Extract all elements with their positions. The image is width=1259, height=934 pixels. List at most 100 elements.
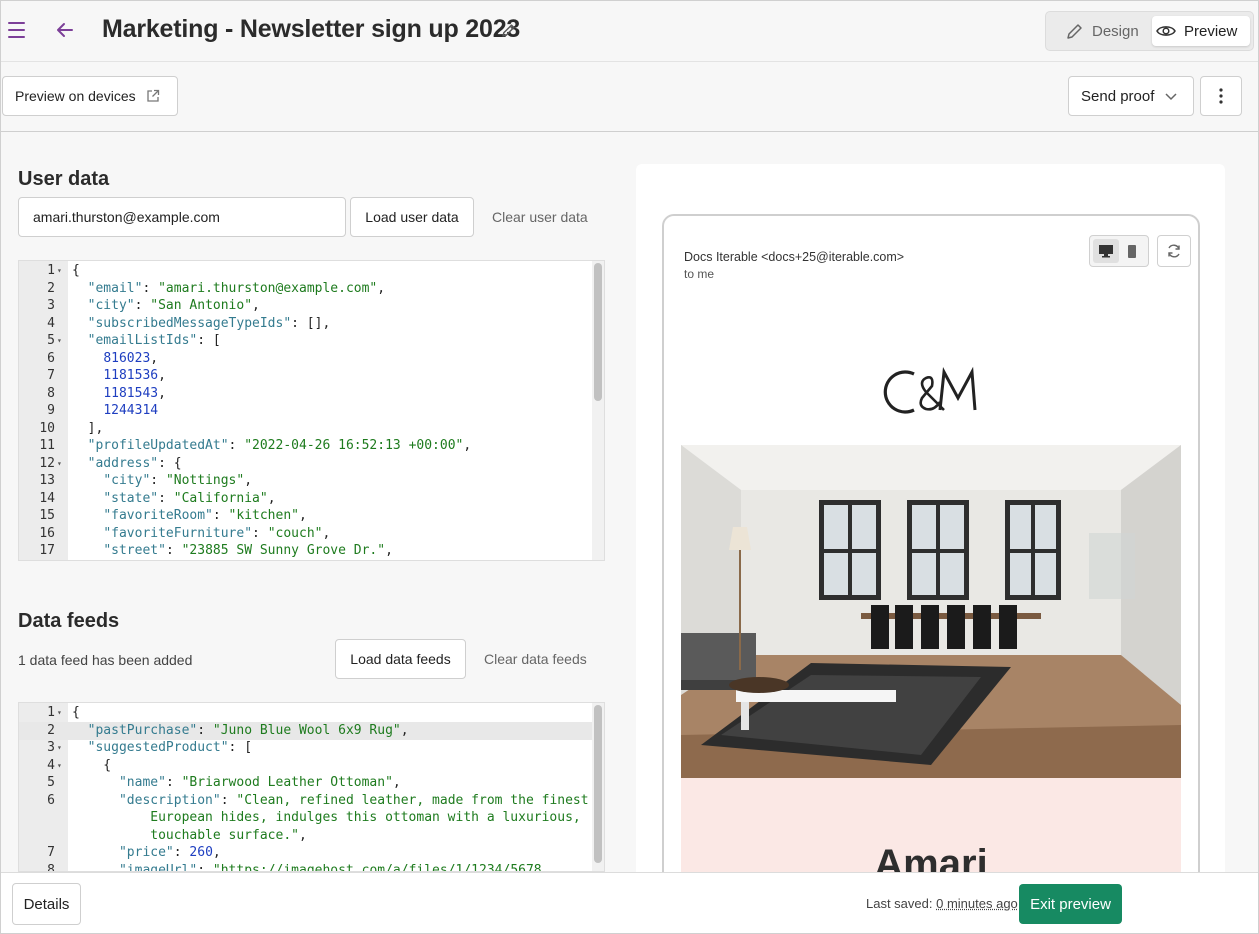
code-line[interactable]: 4 "subscribedMessageTypeIds": [], — [19, 315, 594, 333]
code-text: "emailListIds": [ — [87, 333, 221, 348]
load-data-feeds-button[interactable]: Load data feeds — [335, 639, 466, 679]
line-number: 4 — [47, 757, 55, 773]
data-feeds-scrollbar[interactable] — [592, 703, 604, 871]
code-text: 1181543, — [103, 385, 166, 401]
line-number: 12 — [39, 455, 55, 471]
last-saved-time: 0 minutes ago — [936, 896, 1018, 911]
page-title: Marketing - Newsletter sign up 2023 — [102, 15, 521, 43]
code-text: "address": { — [87, 455, 182, 471]
data-feeds-count: 1 data feed has been added — [18, 652, 193, 668]
data-feeds-json-editor[interactable]: 1 ▾{2 "pastPurchase": "Juno Blue Wool 6x9… — [18, 702, 605, 872]
user-email-input[interactable] — [18, 197, 346, 237]
fold-toggle-icon[interactable]: ▾ — [57, 757, 62, 775]
details-label: Details — [23, 895, 70, 913]
hamburger-menu-icon[interactable] — [8, 22, 25, 38]
code-line[interactable]: 3 ▾ "suggestedProduct": [ — [19, 739, 594, 757]
code-line[interactable]: 17 "street": "23885 SW Sunny Grove Dr.", — [19, 542, 594, 560]
code-line[interactable]: European hides, indulges this ottoman wi… — [19, 809, 594, 827]
code-line[interactable]: 10 ], — [19, 420, 594, 438]
preview-on-devices-button[interactable]: Preview on devices — [2, 76, 178, 116]
code-line[interactable]: 11 "profileUpdatedAt": "2022-04-26 16:52… — [19, 437, 594, 455]
code-line[interactable]: 2 "email": "amari.thurston@example.com", — [19, 280, 594, 298]
fold-toggle-icon[interactable]: ▾ — [57, 739, 62, 757]
code-line[interactable]: 4 ▾ { — [19, 757, 594, 775]
line-number: 8 — [47, 385, 55, 401]
vertical-ellipsis-icon — [1219, 88, 1223, 104]
data-feeds-scroll-thumb[interactable] — [594, 705, 602, 863]
load-user-data-label: Load user data — [365, 209, 459, 225]
mobile-view-button[interactable] — [1119, 239, 1145, 263]
code-line[interactable]: 13 "city": "Nottings", — [19, 472, 594, 490]
code-line[interactable]: 1 ▾ { — [19, 704, 594, 722]
user-data-title: User data — [18, 168, 110, 190]
code-text: "city": "San Antonio", — [87, 298, 260, 313]
code-line[interactable]: 8 "imageUrl": "https://imagehost.com/a/f… — [19, 862, 594, 872]
footer-bar: Details Last saved: 0 minutes ago Exit p… — [0, 872, 1259, 934]
load-user-data-button[interactable]: Load user data — [350, 197, 474, 237]
line-number: 5 — [47, 333, 55, 348]
exit-preview-button[interactable]: Exit preview — [1019, 884, 1122, 924]
more-options-button[interactable] — [1200, 76, 1242, 116]
preview-toolbar: Preview on devices Send proof — [0, 62, 1259, 132]
line-number: 1 — [47, 263, 55, 278]
fold-toggle-icon[interactable]: ▾ — [57, 704, 62, 722]
desktop-view-button[interactable] — [1093, 239, 1119, 263]
code-line[interactable]: 1 ▾ { — [19, 262, 594, 280]
user-data-scroll-thumb[interactable] — [594, 263, 602, 401]
code-text: { — [72, 263, 80, 278]
fold-toggle-icon[interactable]: ▾ — [57, 455, 62, 473]
mobile-icon — [1128, 244, 1136, 258]
user-data-scrollbar[interactable] — [592, 261, 604, 560]
code-line[interactable]: 2 "pastPurchase": "Juno Blue Wool 6x9 Ru… — [19, 721, 594, 740]
code-line[interactable]: 9 1244314 — [19, 402, 594, 420]
line-number: 5 — [47, 775, 55, 790]
code-text: "imageUrl": "https://imagehost.com/a/fil… — [118, 862, 542, 872]
email-preview-frame: Docs Iterable <docs+25@iterable.com> to … — [662, 214, 1200, 894]
code-line[interactable]: 3 "city": "San Antonio", — [19, 297, 594, 315]
code-line[interactable]: 6 "description": "Clean, refined leather… — [19, 792, 594, 810]
details-button[interactable]: Details — [12, 883, 81, 925]
code-text: 1181536, — [103, 368, 166, 383]
clear-data-feeds-button[interactable]: Clear data feeds — [484, 651, 587, 667]
line-number: 1 — [47, 705, 55, 720]
code-line[interactable]: 16 "favoriteFurniture": "couch", — [19, 525, 594, 543]
email-sender: Docs Iterable <docs+25@iterable.com> — [684, 250, 905, 264]
refresh-preview-button[interactable] — [1157, 235, 1191, 267]
code-text: 816023, — [103, 350, 159, 366]
edit-pencil-icon[interactable] — [500, 22, 517, 39]
code-text: touchable surface.", — [72, 827, 307, 843]
external-link-icon — [146, 89, 159, 102]
code-line[interactable]: touchable surface.", — [19, 827, 594, 845]
line-number: 13 — [39, 473, 55, 488]
code-line[interactable]: 15 "favoriteRoom": "kitchen", — [19, 507, 594, 525]
send-proof-dropdown[interactable]: Send proof — [1068, 76, 1194, 116]
line-number: 7 — [47, 368, 55, 383]
code-line[interactable]: 6 816023, — [19, 350, 594, 368]
fold-toggle-icon[interactable]: ▾ — [57, 332, 62, 350]
line-number: 11 — [39, 438, 55, 453]
line-number: 6 — [47, 792, 55, 808]
code-text: "pastPurchase": "Juno Blue Wool 6x9 Rug"… — [87, 722, 409, 738]
code-line[interactable]: 14 "state": "California", — [19, 490, 594, 508]
back-arrow-icon[interactable] — [54, 18, 76, 42]
line-number: 14 — [39, 490, 55, 506]
code-line[interactable]: 5 "name": "Briarwood Leather Ottoman", — [19, 774, 594, 792]
line-number: 3 — [47, 298, 55, 313]
clear-user-data-button[interactable]: Clear user data — [492, 209, 588, 225]
code-text: "favoriteFurniture": "couch", — [103, 525, 331, 541]
preview-mode-label: Preview — [1184, 22, 1238, 40]
code-line[interactable]: 12 ▾ "address": { — [19, 455, 594, 473]
code-line[interactable]: 8 1181543, — [19, 385, 594, 403]
line-number: 17 — [39, 543, 55, 558]
code-text: "profileUpdatedAt": "2022-04-26 16:52:13… — [87, 438, 472, 453]
preview-mode-button[interactable]: Preview — [1152, 16, 1250, 46]
user-data-json-editor[interactable]: 1 ▾{2 "email": "amari.thurston@example.co… — [18, 260, 605, 561]
line-number: 2 — [47, 280, 55, 296]
line-number: 9 — [47, 403, 55, 418]
code-line[interactable]: 7 1181536, — [19, 367, 594, 385]
code-line[interactable]: 7 "price": 260, — [19, 844, 594, 862]
design-mode-button[interactable]: Design — [1062, 16, 1154, 46]
fold-toggle-icon[interactable]: ▾ — [57, 262, 62, 280]
code-text: "state": "California", — [103, 490, 276, 506]
code-line[interactable]: 5 ▾ "emailListIds": [ — [19, 332, 594, 350]
